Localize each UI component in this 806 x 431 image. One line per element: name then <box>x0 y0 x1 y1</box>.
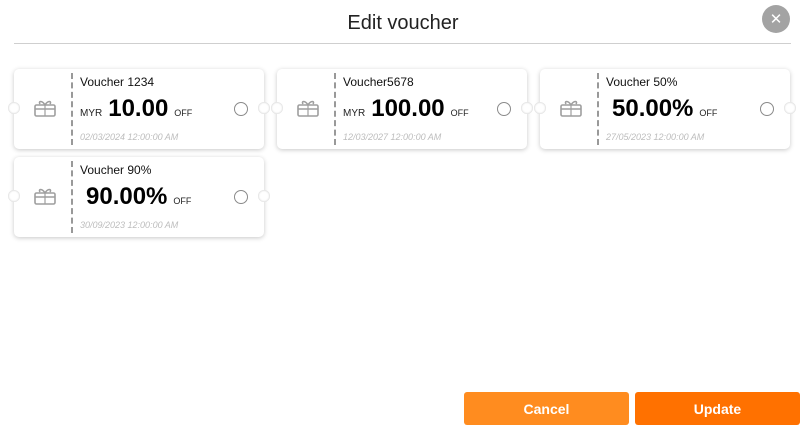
voucher-card[interactable]: Voucher 1234 MYR 10.00 OFF 02/03/2024 12… <box>8 69 270 149</box>
voucher-off-label: OFF <box>174 108 193 118</box>
ticket-perforation <box>71 161 73 233</box>
voucher-select-radio[interactable] <box>497 102 511 116</box>
ticket-notch <box>784 102 796 114</box>
gift-icon <box>34 100 56 117</box>
cancel-button[interactable]: Cancel <box>464 392 629 425</box>
voucher-amount: 90.00% <box>86 183 168 210</box>
ticket-notch <box>8 190 20 202</box>
voucher-amount: 100.00 <box>371 95 445 122</box>
ticket-perforation <box>597 73 599 145</box>
voucher-expiry-date: 30/09/2023 12:00:00 AM <box>80 220 179 230</box>
gift-icon <box>560 100 582 117</box>
voucher-card[interactable]: Voucher5678 MYR 100.00 OFF 12/03/2027 12… <box>271 69 533 149</box>
ticket-perforation <box>334 73 336 145</box>
voucher-card[interactable]: Voucher 50% 50.00% OFF 27/05/2023 12:00:… <box>534 69 796 149</box>
ticket-notch <box>534 102 546 114</box>
ticket-notch <box>271 102 283 114</box>
voucher-amount-row: 90.00% OFF <box>80 183 191 213</box>
voucher-select-radio[interactable] <box>234 190 248 204</box>
voucher-amount: 50.00% <box>612 95 694 122</box>
gift-icon <box>34 188 56 205</box>
voucher-card[interactable]: Voucher 90% 90.00% OFF 30/09/2023 12:00:… <box>8 157 270 237</box>
ticket-notch <box>258 102 270 114</box>
gift-icon <box>297 100 319 117</box>
voucher-expiry-date: 12/03/2027 12:00:00 AM <box>343 132 442 142</box>
voucher-off-label: OFF <box>450 108 469 118</box>
voucher-currency: MYR <box>343 108 366 119</box>
voucher-amount-row: MYR 100.00 OFF <box>343 95 469 125</box>
voucher-name: Voucher 1234 <box>80 75 155 89</box>
ticket-notch <box>8 102 20 114</box>
voucher-select-radio[interactable] <box>234 102 248 116</box>
voucher-expiry-date: 27/05/2023 12:00:00 AM <box>606 132 705 142</box>
ticket-perforation <box>71 73 73 145</box>
voucher-off-label: OFF <box>173 196 192 206</box>
ticket-notch <box>258 190 270 202</box>
voucher-grid: Voucher 1234 MYR 10.00 OFF 02/03/2024 12… <box>0 0 806 431</box>
voucher-amount-row: 50.00% OFF <box>606 95 717 125</box>
voucher-name: Voucher5678 <box>343 75 414 89</box>
voucher-name: Voucher 90% <box>80 163 152 177</box>
voucher-amount-row: MYR 10.00 OFF <box>80 95 192 125</box>
voucher-currency: MYR <box>80 108 103 119</box>
voucher-expiry-date: 02/03/2024 12:00:00 AM <box>80 132 179 142</box>
voucher-amount: 10.00 <box>108 95 169 122</box>
update-button[interactable]: Update <box>635 392 800 425</box>
ticket-notch <box>521 102 533 114</box>
voucher-off-label: OFF <box>699 108 718 118</box>
voucher-select-radio[interactable] <box>760 102 774 116</box>
voucher-name: Voucher 50% <box>606 75 678 89</box>
